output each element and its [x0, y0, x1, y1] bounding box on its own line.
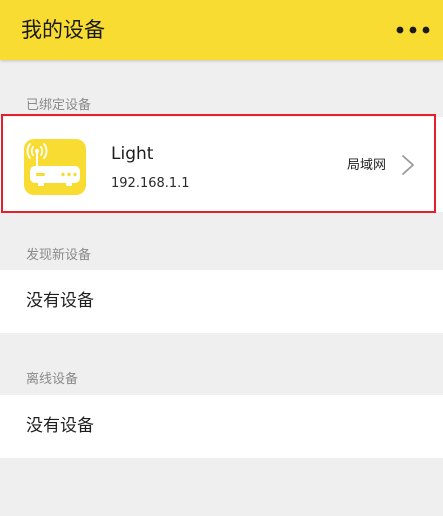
discovered-empty-row: 没有设备	[0, 270, 443, 333]
section-title-bound: 已绑定设备	[26, 98, 92, 113]
network-type-label: 局域网	[346, 158, 386, 173]
device-row-light[interactable]: Light 192.168.1.1 局域网	[0, 117, 443, 212]
device-ip: 192.168.1.1	[111, 176, 190, 191]
router-icon	[24, 139, 86, 195]
empty-state-text: 没有设备	[26, 416, 94, 436]
app-bar: 我的设备	[0, 0, 443, 60]
more-horizontal-icon	[396, 26, 430, 34]
section-title-offline: 离线设备	[26, 372, 79, 387]
section-title-discovered: 发现新设备	[26, 248, 92, 263]
page-title: 我的设备	[21, 18, 105, 42]
device-name: Light	[111, 144, 154, 164]
empty-state-text: 没有设备	[26, 291, 94, 311]
chevron-right-icon	[402, 155, 414, 175]
offline-empty-row: 没有设备	[0, 395, 443, 458]
more-options-button[interactable]	[395, 16, 431, 44]
